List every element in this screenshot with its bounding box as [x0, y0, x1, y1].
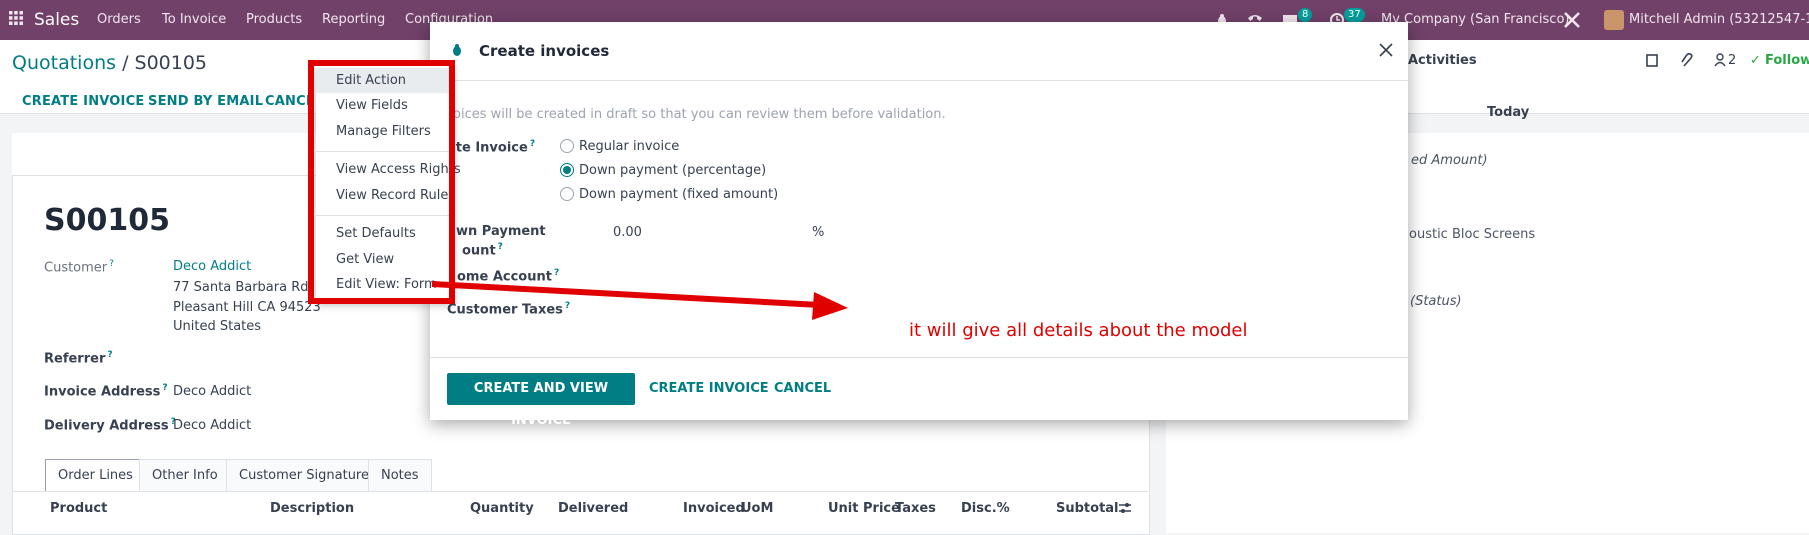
annotation-arrow [431, 281, 848, 320]
annotation-text: it will give all details about the model [909, 320, 1248, 341]
